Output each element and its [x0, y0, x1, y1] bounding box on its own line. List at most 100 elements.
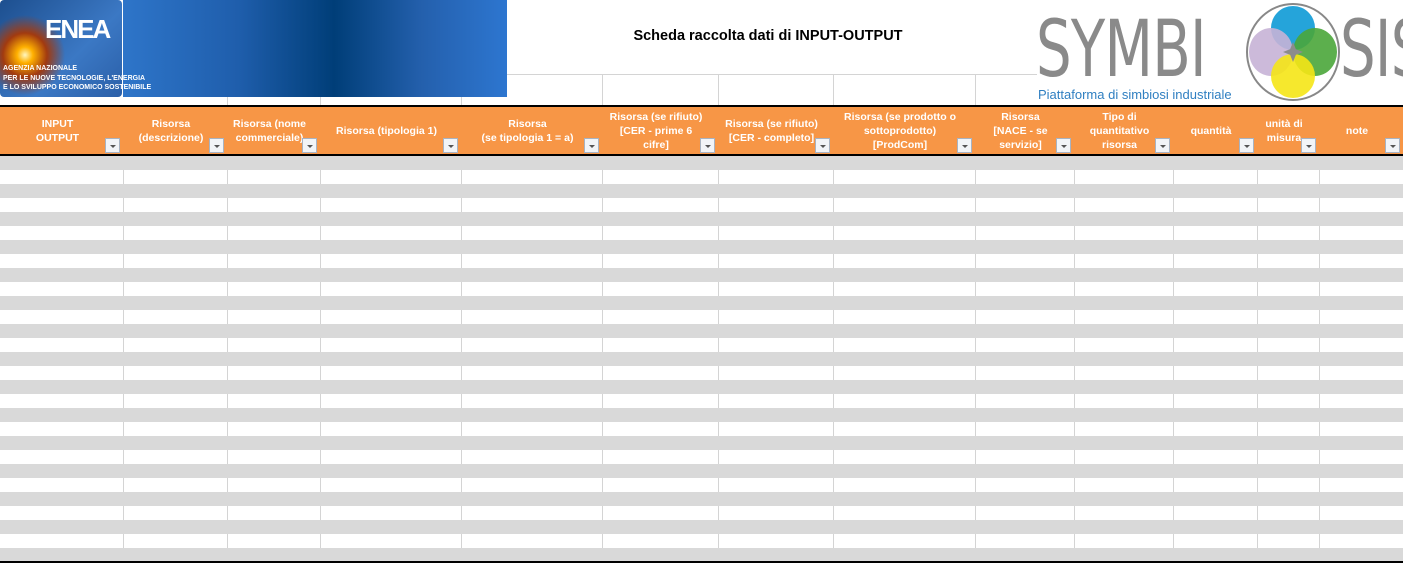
cell-divider: [833, 254, 834, 268]
column-header-label: quantità: [1190, 124, 1232, 137]
column-header-label: Risorsa (se tipologia 1 = a): [481, 117, 574, 144]
column-header-label: Risorsa (se rifiuto) [CER - prime 6 cifr…: [609, 110, 703, 151]
cell-divider: [718, 170, 719, 184]
cell-divider: [1173, 338, 1174, 352]
filter-dropdown-button[interactable]: [105, 138, 120, 153]
filter-dropdown-button[interactable]: [302, 138, 317, 153]
table-row: [0, 380, 1403, 394]
cell-divider: [320, 422, 321, 436]
cell-divider: [1257, 338, 1258, 352]
column-header: Risorsa (se prodotto o sottoprodotto) [P…: [833, 107, 975, 154]
cell-divider: [1173, 422, 1174, 436]
cell-divider: [123, 254, 124, 268]
table-row: [0, 352, 1403, 366]
filter-dropdown-button[interactable]: [1155, 138, 1170, 153]
cell-divider: [1074, 506, 1075, 520]
table-row: [0, 520, 1403, 534]
cell-divider: [1074, 198, 1075, 212]
cell-divider: [1074, 310, 1075, 324]
column-header-label: Risorsa (descrizione): [138, 117, 204, 144]
table-row: [0, 394, 1403, 408]
cell-divider: [602, 534, 603, 548]
cell-divider: [1319, 226, 1320, 240]
cell-divider: [320, 366, 321, 380]
cell-divider: [602, 394, 603, 408]
cell-divider: [718, 394, 719, 408]
filter-dropdown-button[interactable]: [209, 138, 224, 153]
enea-subtitle-line: AGENZIA NAZIONALE: [3, 65, 78, 72]
column-header-label: Risorsa [NACE - se servizio]: [993, 110, 1048, 151]
cell-divider: [975, 170, 976, 184]
cell-divider: [320, 254, 321, 268]
table-row: [0, 310, 1403, 324]
table-row: [0, 198, 1403, 212]
cell-divider: [461, 338, 462, 352]
table-row: [0, 296, 1403, 310]
cell-divider: [1074, 394, 1075, 408]
cell-divider: [1319, 366, 1320, 380]
cell-divider: [975, 450, 976, 464]
cell-divider: [461, 422, 462, 436]
blue-banner-image: [123, 0, 507, 97]
cell-divider: [975, 366, 976, 380]
cell-divider: [1074, 450, 1075, 464]
table-row: [0, 464, 1403, 478]
filter-dropdown-button[interactable]: [815, 138, 830, 153]
filter-dropdown-button[interactable]: [1301, 138, 1316, 153]
cell-divider: [602, 366, 603, 380]
cell-divider: [461, 254, 462, 268]
column-header: Risorsa (se tipologia 1 = a): [461, 107, 602, 154]
cell-divider: [123, 450, 124, 464]
filter-dropdown-button[interactable]: [1239, 138, 1254, 153]
cell-divider: [461, 506, 462, 520]
column-header-label: INPUT OUTPUT: [35, 117, 80, 144]
cell-divider: [602, 198, 603, 212]
cell-divider: [1074, 226, 1075, 240]
cell-divider: [1257, 534, 1258, 548]
cell-divider: [320, 478, 321, 492]
cell-divider: [123, 506, 124, 520]
cell-divider: [602, 170, 603, 184]
cell-divider: [1074, 366, 1075, 380]
cell-divider: [833, 422, 834, 436]
cell-divider: [123, 422, 124, 436]
cell-divider: [975, 422, 976, 436]
cell-divider: [1257, 366, 1258, 380]
table-row: [0, 254, 1403, 268]
cell-divider: [833, 506, 834, 520]
cell-divider: [718, 282, 719, 296]
cell-divider: [718, 506, 719, 520]
cell-divider: [320, 170, 321, 184]
cell-divider: [718, 310, 719, 324]
cell-divider: [975, 394, 976, 408]
table-row: [0, 478, 1403, 492]
table-row: [0, 338, 1403, 352]
filter-dropdown-button[interactable]: [584, 138, 599, 153]
cell-divider: [1173, 394, 1174, 408]
table-header-row: INPUT OUTPUT Risorsa (descrizione) Risorsa…: [0, 105, 1403, 157]
filter-dropdown-button[interactable]: [443, 138, 458, 153]
cell-divider: [975, 478, 976, 492]
symbiosis-circles-icon: [1246, 3, 1340, 101]
cell-divider: [461, 478, 462, 492]
cell-divider: [123, 366, 124, 380]
table-row: [0, 548, 1403, 562]
enea-logo: ENEA AGENZIA NAZIONALE PER LE NUOVE TECN…: [0, 0, 151, 97]
cell-divider: [718, 226, 719, 240]
cell-divider: [975, 506, 976, 520]
cell-divider: [227, 422, 228, 436]
filter-dropdown-button[interactable]: [957, 138, 972, 153]
cell-divider: [123, 282, 124, 296]
filter-dropdown-button[interactable]: [1056, 138, 1071, 153]
cell-divider: [320, 198, 321, 212]
cell-divider: [461, 310, 462, 324]
table-row: [0, 212, 1403, 226]
cell-divider: [461, 226, 462, 240]
cell-divider: [227, 198, 228, 212]
filter-dropdown-button[interactable]: [1385, 138, 1400, 153]
cell-divider: [1319, 254, 1320, 268]
cell-divider: [1173, 450, 1174, 464]
cell-divider: [833, 450, 834, 464]
gridline: [227, 97, 228, 105]
filter-dropdown-button[interactable]: [700, 138, 715, 153]
